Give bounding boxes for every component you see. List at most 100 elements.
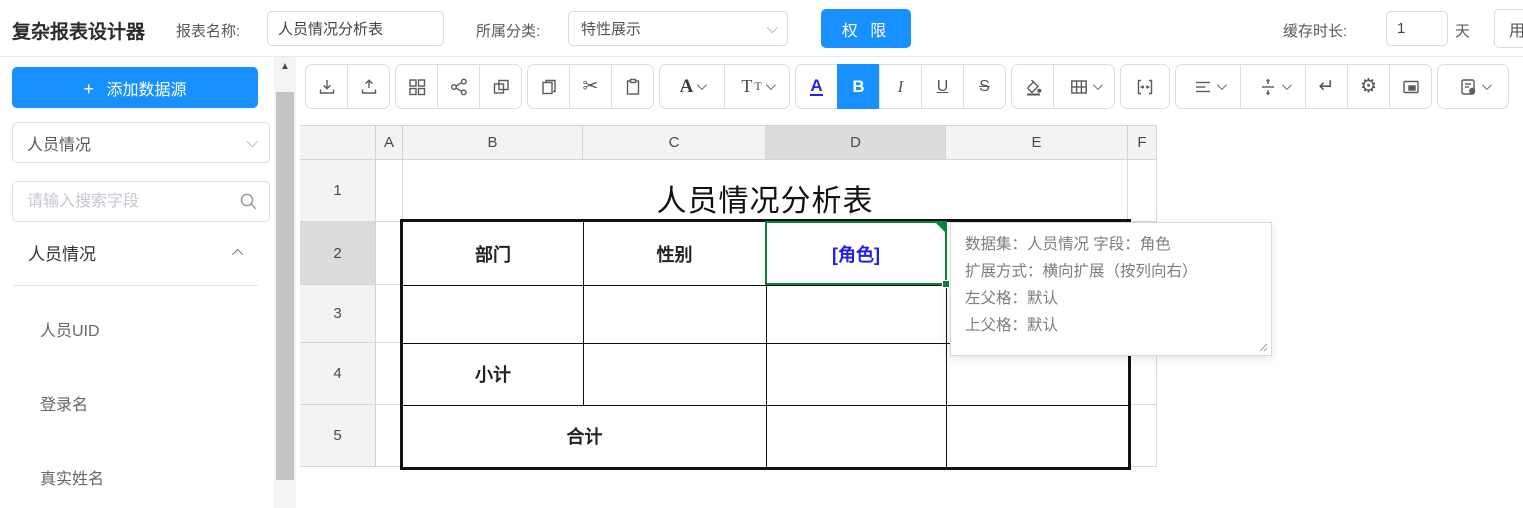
app-title: 复杂报表设计器 (12, 17, 145, 44)
underline-button[interactable]: U (921, 64, 964, 109)
vertical-align-button[interactable] (1240, 64, 1306, 109)
copy-button[interactable] (527, 64, 570, 109)
category-select[interactable]: 特性展示 (568, 11, 788, 46)
row-header-3[interactable]: 3 (300, 285, 376, 343)
field-item-uid[interactable]: 人员UID (40, 315, 240, 343)
cache-duration-input[interactable] (1386, 11, 1448, 46)
clipboard-icon (623, 77, 643, 97)
font-family-button[interactable]: A (659, 64, 725, 109)
permission-button[interactable]: 权 限 (821, 9, 911, 48)
font-size-icon: T (741, 76, 752, 97)
chevron-down-icon (247, 135, 258, 146)
column-header-a[interactable]: A (376, 125, 403, 160)
bold-icon: B (852, 77, 864, 97)
paste-button[interactable] (611, 64, 654, 109)
italic-button[interactable]: I (879, 64, 922, 109)
cell-b5-total-merged[interactable]: 合计 (403, 405, 766, 467)
report-title-cell[interactable]: 人员情况分析表 (403, 160, 1128, 222)
chevron-down-icon (1481, 80, 1491, 90)
italic-icon: I (898, 77, 904, 97)
cell-d2-role-field[interactable]: [角色] (766, 222, 946, 285)
upload-icon (359, 77, 379, 97)
tooltip-line-top-parent: 上父格：默认 (965, 312, 1257, 339)
merge-cells-button[interactable] (1120, 64, 1170, 109)
cell-b2-department[interactable]: 部门 (403, 222, 583, 285)
row-header-2-selected[interactable]: 2 (300, 222, 376, 285)
settings-button[interactable]: ⚙ (1347, 64, 1390, 109)
export-download-button[interactable] (305, 64, 348, 109)
divider (13, 285, 258, 286)
row-header-1[interactable]: 1 (300, 160, 376, 222)
row-header-5[interactable]: 5 (300, 405, 376, 467)
scissors-icon: ✂ (583, 75, 599, 98)
horizontal-align-button[interactable] (1175, 64, 1241, 109)
combine-shapes-button[interactable] (479, 64, 522, 109)
chevron-up-icon (232, 248, 243, 259)
copy-pages-icon (539, 77, 559, 97)
borders-button[interactable] (1053, 64, 1115, 109)
category-select-value: 特性展示 (581, 18, 641, 39)
category-label: 所属分类: (476, 20, 540, 41)
field-item-login[interactable]: 登录名 (40, 389, 240, 417)
chevron-down-icon (767, 21, 778, 32)
report-name-input[interactable] (267, 11, 444, 46)
add-datasource-button[interactable]: + 添加数据源 (12, 67, 258, 108)
download-icon (317, 77, 337, 97)
report-spreadsheet: A B C D E F 1 2 3 4 5 人员情况分析表 部门 性别 [角色]… (300, 125, 1157, 467)
cell-f5[interactable] (1128, 405, 1157, 467)
font-size-button[interactable]: TT (724, 64, 790, 109)
grid-icon (407, 77, 427, 97)
column-header-e[interactable]: E (946, 125, 1128, 160)
resize-handle-icon[interactable] (1257, 341, 1269, 353)
field-search (12, 181, 270, 222)
column-header-c[interactable]: C (583, 125, 766, 160)
report-config-button[interactable] (1437, 64, 1509, 109)
field-search-input[interactable] (12, 181, 270, 222)
field-info-tooltip: 数据集：人员情况 字段：角色 扩展方式：横向扩展（按列向右） 左父格：默认 上父… (950, 222, 1272, 356)
cell-a1[interactable] (376, 160, 403, 222)
column-header-b[interactable]: B (403, 125, 583, 160)
cell-f1[interactable] (1128, 160, 1157, 222)
cell-a2[interactable] (376, 222, 403, 285)
dataset-section-title: 人员情况 (28, 240, 96, 265)
document-gear-icon (1458, 77, 1478, 97)
cell-c2-gender[interactable]: 性别 (583, 222, 766, 285)
tooltip-line-left-parent: 左父格：默认 (965, 285, 1257, 312)
column-header-f[interactable]: F (1128, 125, 1157, 160)
chevron-down-icon (1092, 80, 1102, 90)
chevron-down-icon (697, 80, 707, 90)
cell-a4[interactable] (376, 343, 403, 405)
wrap-return-icon: ↵ (1319, 75, 1335, 98)
scroll-up-arrow-icon[interactable]: ▲ (274, 61, 296, 72)
cell-a5[interactable] (376, 405, 403, 467)
share-button[interactable] (437, 64, 480, 109)
cache-duration-label: 缓存时长: (1283, 20, 1347, 41)
import-upload-button[interactable] (347, 64, 390, 109)
component-grid-button[interactable] (395, 64, 438, 109)
field-item-realname[interactable]: 真实姓名 (40, 463, 240, 491)
font-color-button[interactable]: A (795, 64, 838, 109)
strikethrough-button[interactable]: S (963, 64, 1006, 109)
wrap-text-button[interactable]: ↵ (1305, 64, 1348, 109)
corner-header-cell[interactable] (300, 125, 376, 160)
cache-unit-label: 天 (1455, 20, 1470, 41)
align-lines-icon (1193, 77, 1213, 97)
gear-icon: ⚙ (1360, 75, 1377, 98)
dataset-select[interactable]: 人员情况 (12, 122, 270, 163)
insert-widget-button[interactable] (1389, 64, 1432, 109)
dataset-section-header[interactable]: 人员情况 (28, 240, 243, 265)
cell-a3[interactable] (376, 285, 403, 343)
scrollbar-thumb[interactable] (276, 92, 294, 480)
clipped-edge-button[interactable]: 用 (1494, 9, 1523, 48)
fill-color-button[interactable] (1011, 64, 1054, 109)
cut-button[interactable]: ✂ (569, 64, 612, 109)
underline-icon: U (937, 78, 949, 96)
chevron-down-icon (766, 80, 776, 90)
cell-b4-subtotal[interactable]: 小计 (403, 343, 583, 405)
column-header-d-selected[interactable]: D (766, 125, 946, 160)
bold-button[interactable]: B (837, 64, 880, 109)
widget-card-icon (1401, 77, 1421, 97)
sidebar-scrollbar[interactable]: ▲ (274, 57, 296, 508)
plus-icon: + (84, 79, 95, 99)
row-header-4[interactable]: 4 (300, 343, 376, 405)
